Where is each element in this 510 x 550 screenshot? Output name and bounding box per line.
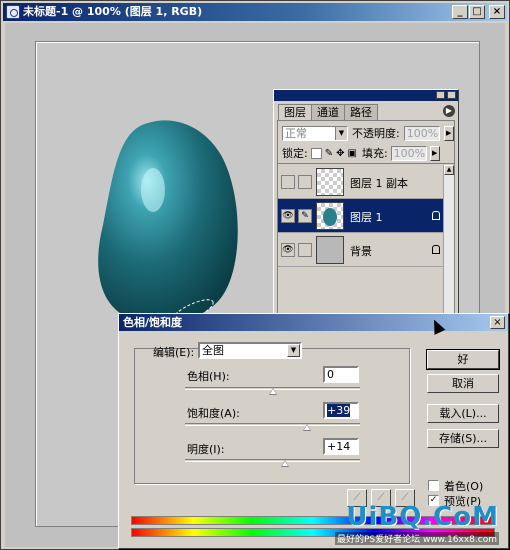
panel-minimize-button[interactable] — [436, 91, 445, 99]
move-icon[interactable]: ✥ — [336, 148, 344, 159]
load-button[interactable]: 载入(L)... — [427, 404, 499, 423]
brush-icon[interactable]: ✎ — [298, 209, 312, 223]
layers-panel: 图层 通道 路径 ▶ 正常 ▼ 不透明度: 100% ▶ 锁定: ✎ ✥ ▣ 填… — [273, 89, 459, 325]
window-title: 未标题-1 @ 100% (图层 1, RGB) — [23, 5, 203, 18]
maximize-button[interactable]: □ — [469, 5, 485, 19]
blend-mode-value: 正常 — [285, 126, 307, 140]
lock-label: 锁定: — [282, 147, 308, 160]
layer-row-background[interactable]: 👁 背景 — [278, 233, 444, 267]
eye-icon[interactable]: 👁 — [281, 209, 295, 223]
teal-blob-shape — [98, 120, 238, 324]
lightness-label: 明度(I): — [187, 443, 225, 456]
colorize-checkbox[interactable] — [428, 480, 439, 491]
lightness-slider[interactable] — [185, 456, 360, 468]
colorize-label: 着色(O) — [444, 480, 484, 493]
photoshop-icon — [6, 5, 20, 19]
blend-mode-select[interactable]: 正常 ▼ — [282, 125, 348, 141]
dialog-close-button[interactable]: × — [490, 316, 505, 329]
layer-row-selected[interactable]: 👁 ✎ 图层 1 — [278, 199, 444, 233]
opacity-arrow-button[interactable]: ▶ — [443, 125, 454, 141]
hue-slider-thumb[interactable] — [268, 388, 277, 395]
hue-slider[interactable] — [185, 384, 360, 396]
panel-menu-icon[interactable]: ▶ — [443, 105, 455, 117]
edit-select[interactable]: 全图 ▼ — [198, 342, 302, 359]
lock-icon[interactable]: ▣ — [348, 148, 357, 159]
cancel-button[interactable]: 取消 — [427, 374, 499, 393]
minimize-button[interactable]: _ — [452, 5, 468, 19]
layer-thumbnail — [316, 236, 344, 264]
lightness-slider-thumb[interactable] — [280, 460, 289, 467]
fill-field[interactable]: 100% — [390, 145, 427, 161]
layer-thumbnail — [316, 202, 344, 230]
save-button[interactable]: 存储(S)... — [427, 429, 499, 448]
edit-label: 编辑(E): — [153, 346, 195, 359]
visibility-toggle[interactable] — [281, 175, 295, 189]
brush-icon[interactable]: ✎ — [325, 148, 333, 159]
layer-thumbnail — [316, 168, 344, 196]
watermark-subtitle: 最好的PS爱好者论坛 www.16xx8.com — [334, 532, 499, 545]
layer-name: 背景 — [350, 245, 372, 258]
lock-icon — [432, 245, 440, 254]
link-toggle[interactable] — [298, 243, 312, 257]
ok-button[interactable]: 好 — [426, 349, 500, 370]
opacity-field[interactable]: 100% — [403, 125, 440, 141]
eye-icon[interactable]: 👁 — [281, 243, 295, 257]
layers-panel-titlebar[interactable] — [274, 90, 458, 101]
dialog-title[interactable]: 色相/饱和度 — [119, 314, 508, 331]
hue-input[interactable]: 0 — [323, 366, 359, 383]
hue-label: 色相(H): — [187, 370, 230, 383]
layer-name: 图层 1 — [350, 211, 383, 224]
saturation-input[interactable]: +39 — [323, 402, 359, 419]
dropdown-arrow-icon: ▼ — [287, 344, 300, 357]
scroll-up-button[interactable]: ▲ — [444, 165, 454, 175]
fill-label: 填充: — [361, 147, 388, 160]
lock-transparent-icon[interactable] — [310, 147, 322, 159]
saturation-label: 饱和度(A): — [187, 407, 240, 420]
document-window: 未标题-1 @ 100% (图层 1, RGB) _ □ × 图层 通道 路径 … — [0, 0, 510, 550]
lock-icon — [432, 211, 440, 220]
tab-paths[interactable]: 路径 — [344, 104, 378, 120]
watermark-logo: UiBQ.CoM — [346, 502, 499, 532]
dropdown-arrow-icon: ▼ — [335, 126, 347, 140]
fill-arrow-button[interactable]: ▶ — [429, 145, 440, 161]
tab-channels[interactable]: 通道 — [311, 104, 345, 120]
tab-layers[interactable]: 图层 — [278, 104, 312, 120]
saturation-slider-thumb[interactable] — [302, 424, 311, 431]
opacity-label: 不透明度: — [352, 127, 400, 140]
window-titlebar[interactable]: 未标题-1 @ 100% (图层 1, RGB) _ □ × — [3, 3, 507, 21]
saturation-value: +39 — [327, 404, 351, 417]
close-button[interactable]: × — [489, 5, 505, 19]
layer-name: 图层 1 副本 — [350, 177, 408, 190]
layer-row-copy[interactable]: 图层 1 副本 — [278, 165, 444, 199]
link-toggle[interactable] — [298, 175, 312, 189]
site-watermark: UiBQ.CoM 最好的PS爱好者论坛 www.16xx8.com — [334, 502, 499, 545]
layers-scrollbar[interactable]: ▲ — [443, 165, 454, 322]
edit-select-value: 全图 — [202, 344, 224, 357]
saturation-slider[interactable] — [185, 420, 360, 432]
panel-close-button[interactable] — [447, 91, 456, 99]
lightness-input[interactable]: +14 — [323, 438, 359, 455]
